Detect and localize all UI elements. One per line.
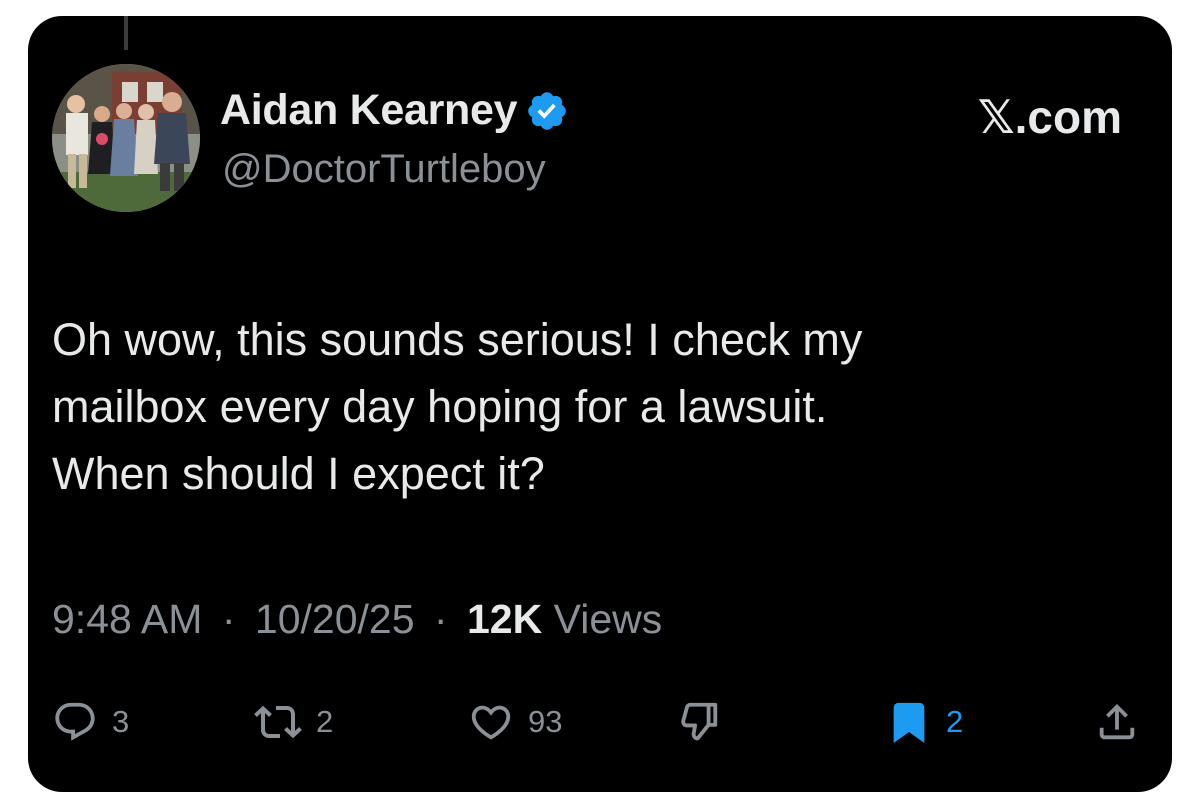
separator-dot: · — [433, 596, 448, 642]
reply-count: 3 — [112, 704, 130, 739]
avatar-photo — [52, 64, 200, 212]
tweet-text-line: When should I expect it? — [52, 448, 545, 499]
tweet-text-line: Oh wow, this sounds serious! I check my — [52, 314, 863, 365]
action-bar: 3 2 93 2 — [28, 692, 1172, 752]
repost-count: 2 — [316, 704, 334, 739]
views-label: Views — [553, 596, 663, 642]
tweet-card: Aidan Kearney @DoctorTurtleboy 𝕏.com Oh … — [28, 16, 1172, 792]
repost-icon — [254, 705, 302, 739]
avatar[interactable] — [52, 64, 200, 212]
author-name-row[interactable]: Aidan Kearney — [220, 86, 569, 135]
tweet-text-line: mailbox every day hoping for a lawsuit. — [52, 381, 828, 432]
heart-icon — [471, 705, 511, 740]
dislike-icon — [681, 702, 718, 741]
bookmark-icon — [893, 702, 925, 743]
separator-dot: · — [221, 596, 236, 642]
views-count: 12K — [466, 596, 543, 642]
share-icon — [1099, 703, 1135, 740]
author-handle[interactable]: @DoctorTurtleboy — [222, 147, 546, 192]
repost-button[interactable]: 2 — [254, 692, 333, 752]
tweet-text: Oh wow, this sounds serious! I check my … — [52, 306, 1132, 507]
like-button[interactable]: 93 — [468, 692, 562, 752]
thread-connector-line — [124, 16, 128, 50]
bookmark-button[interactable]: 2 — [886, 692, 963, 752]
bookmark-count: 2 — [946, 704, 964, 739]
tweet-time[interactable]: 9:48 AM — [52, 596, 202, 642]
verified-badge-icon — [528, 91, 567, 130]
dislike-button[interactable] — [676, 692, 722, 752]
reply-icon — [55, 702, 95, 741]
x-logo-label: 𝕏.com — [977, 91, 1122, 143]
like-count: 93 — [528, 704, 563, 739]
tweet-date[interactable]: 10/20/25 — [255, 596, 415, 642]
tweet-metadata: 9:48 AM · 10/20/25 · 12K Views — [52, 596, 662, 643]
display-name[interactable]: Aidan Kearney — [220, 86, 518, 135]
share-button[interactable] — [1094, 692, 1140, 752]
reply-button[interactable]: 3 — [52, 692, 129, 752]
